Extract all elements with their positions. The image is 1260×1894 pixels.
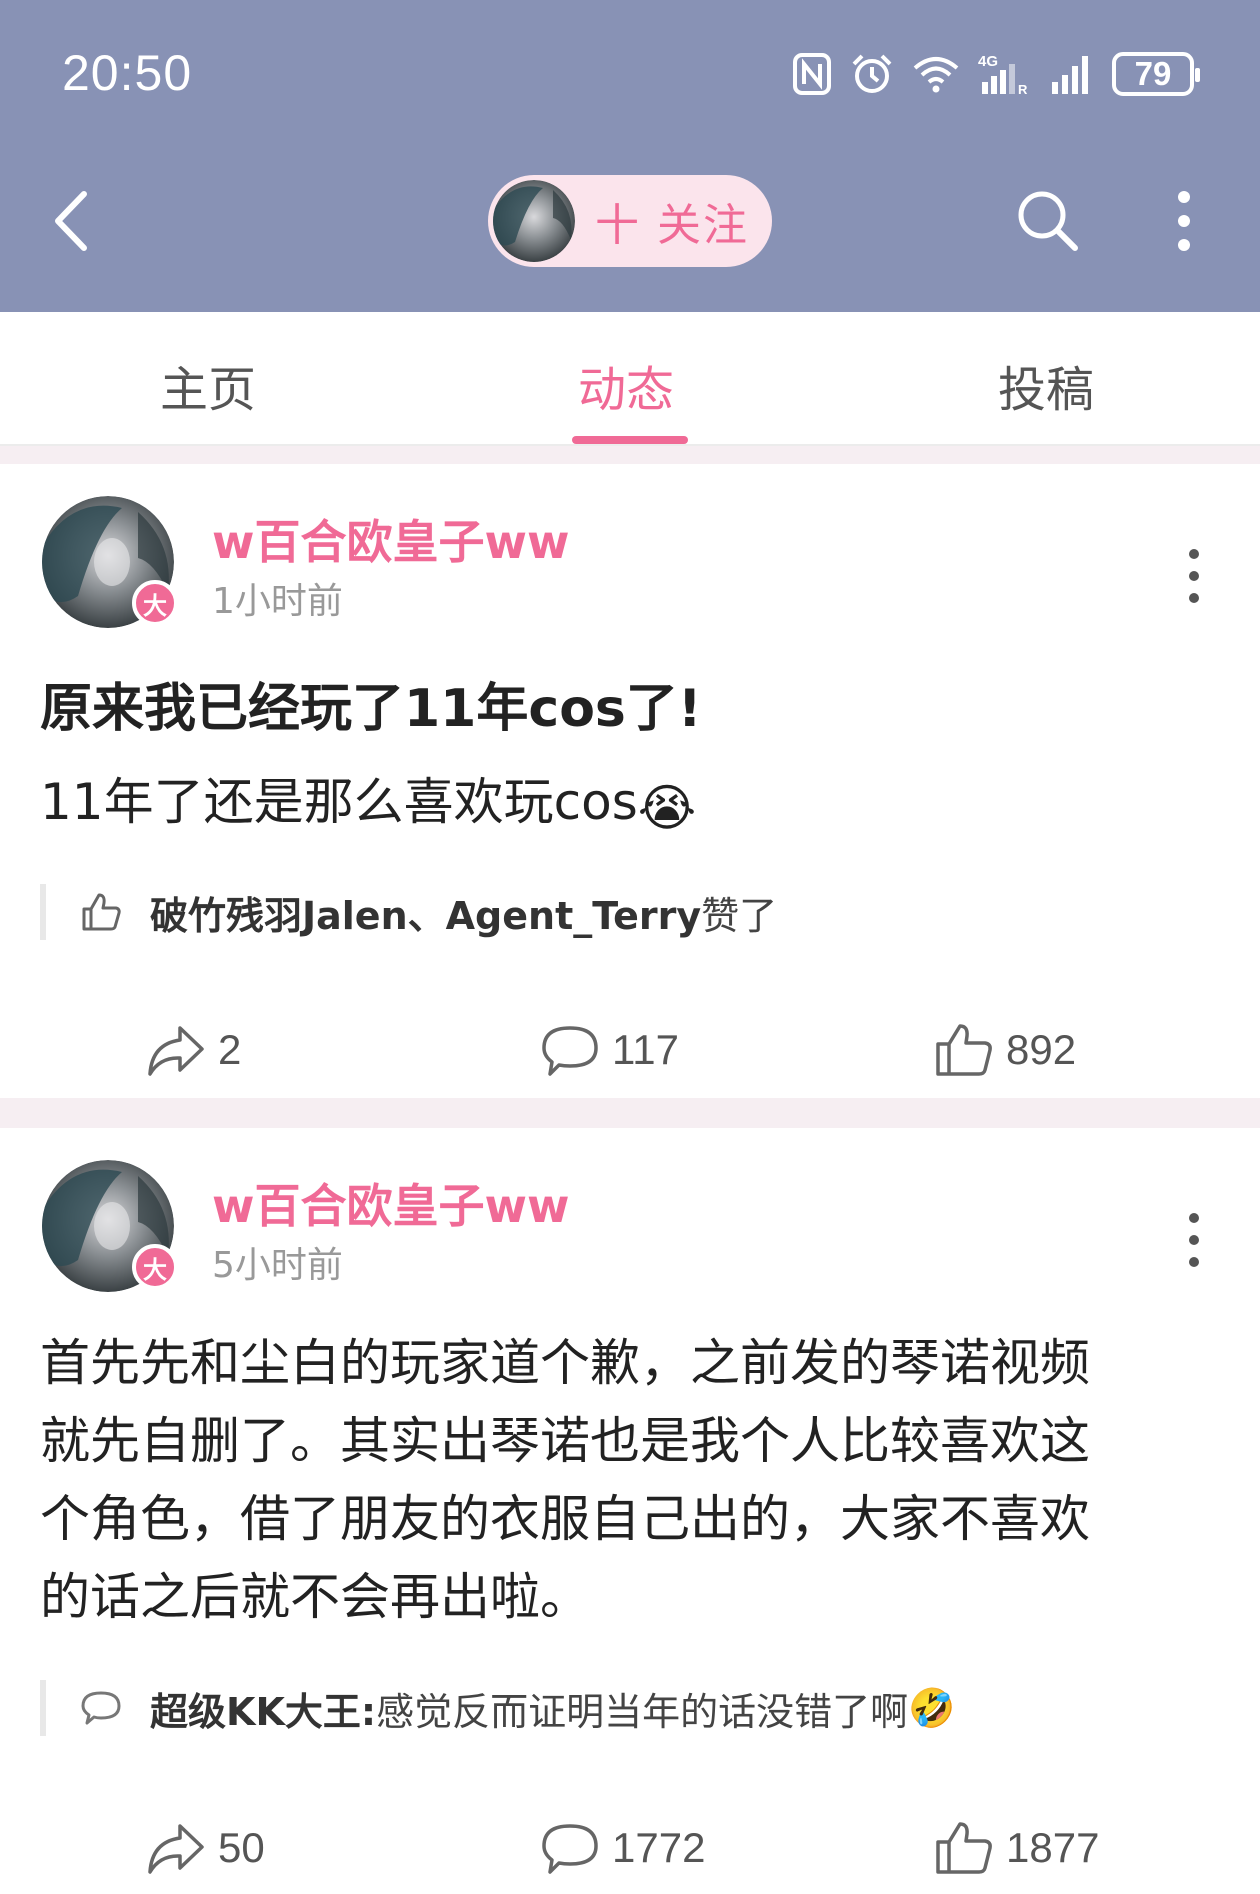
share-count: 50: [218, 1824, 265, 1871]
likes-summary[interactable]: 破竹残羽Jalen、Agent_Terry 赞了: [40, 884, 777, 940]
share-icon: [148, 1026, 204, 1076]
status-time: 20:50: [62, 45, 193, 101]
thumbs-up-icon: [82, 893, 121, 931]
tab-bar: 主页 动态 投稿: [0, 312, 1260, 446]
svg-text:R: R: [1018, 82, 1028, 96]
avatar: [493, 180, 575, 262]
wifi-icon: [913, 57, 959, 93]
post-body: 首先先和尘白的玩家道个歉，之前发的琴诺视频 就先自删了。其实出琴诺也是我个人比较…: [40, 1324, 1220, 1636]
share-button[interactable]: 2: [146, 1020, 241, 1080]
more-vertical-icon[interactable]: [1182, 1210, 1206, 1270]
tab-submissions[interactable]: 投稿: [998, 350, 1094, 420]
status-icons: 4G R 79: [792, 50, 1200, 98]
svg-text:4G: 4G: [978, 53, 998, 70]
more-vertical-icon[interactable]: [1182, 546, 1206, 606]
comment-author[interactable]: 超级KK大王:: [150, 1681, 376, 1736]
tab-dynamics[interactable]: 动态: [578, 350, 674, 420]
active-tab-indicator: [572, 436, 688, 444]
post-actions: 50 1772 1877: [0, 1818, 1260, 1878]
comment-icon: [81, 1691, 121, 1725]
thumbs-up-icon: [936, 1024, 992, 1076]
comment-count: 1772: [612, 1824, 706, 1871]
follow-button[interactable]: 十 关注: [488, 175, 772, 267]
post-actions: 2 117 892: [0, 1020, 1260, 1080]
top-comment[interactable]: 超级KK大王: 感觉反而证明当年的话没错了啊 🤣: [40, 1680, 955, 1736]
feed-post[interactable]: 大 w百合欧皇子ww 1小时前 原来我已经玩了11年cos了! 11年了还是那么…: [0, 464, 1260, 1098]
post-body-line: 的话之后就不会再出啦。: [40, 1568, 590, 1626]
comment-text: 感觉反而证明当年的话没错了啊: [376, 1689, 909, 1734]
share-icon: [148, 1824, 204, 1874]
thumbs-up-icon: [936, 1822, 992, 1874]
liked-users[interactable]: 破竹残羽Jalen、Agent_Terry: [150, 885, 701, 940]
liked-suffix: 赞了: [701, 893, 778, 938]
battery-indicator: 79: [1112, 52, 1200, 96]
4g-signal-icon: 4G R: [978, 53, 1028, 96]
back-arrow-icon[interactable]: [46, 186, 96, 256]
post-body-text: 11年了还是那么喜欢玩cos: [40, 773, 638, 831]
tab-home[interactable]: 主页: [160, 350, 256, 420]
share-button[interactable]: 50: [146, 1818, 265, 1878]
like-button[interactable]: 1877: [934, 1818, 1099, 1878]
author-avatar[interactable]: 大: [42, 496, 178, 628]
nfc-icon: [793, 53, 831, 95]
laughing-emoji: 🤣: [908, 1685, 956, 1730]
signal-icon: [1052, 56, 1088, 94]
post-body-line: 就先自删了。其实出琴诺也是我个人比较喜欢这: [40, 1412, 1090, 1470]
post-body: 11年了还是那么喜欢玩cos😭: [40, 762, 696, 837]
like-count: 1877: [1006, 1824, 1100, 1871]
author-avatar[interactable]: 大: [42, 1160, 178, 1292]
post-body-line: 首先先和尘白的玩家道个歉，之前发的琴诺视频: [40, 1334, 1090, 1392]
comment-button[interactable]: 117: [540, 1020, 679, 1080]
comment-count: 117: [612, 1026, 679, 1073]
more-vertical-icon[interactable]: [1172, 188, 1196, 254]
feed-post[interactable]: 大 w百合欧皇子ww 5小时前 首先先和尘白的玩家道个歉，之前发的琴诺视频 就先…: [0, 1128, 1260, 1894]
like-count: 892: [1006, 1026, 1077, 1073]
comment-button[interactable]: 1772: [540, 1818, 705, 1878]
share-count: 2: [218, 1026, 242, 1073]
author-name[interactable]: w百合欧皇子ww: [212, 1170, 570, 1236]
follow-label: 十 关注: [595, 200, 749, 251]
crying-emoji: 😭: [637, 779, 697, 837]
author-name[interactable]: w百合欧皇子ww: [212, 506, 570, 572]
level-badge: 大: [132, 580, 178, 626]
comment-icon: [542, 1026, 598, 1076]
alarm-icon: [852, 54, 892, 93]
level-badge: 大: [132, 1244, 178, 1290]
post-time: 1小时前: [212, 581, 343, 622]
post-time: 5小时前: [212, 1245, 343, 1286]
like-button[interactable]: 892: [934, 1020, 1076, 1080]
header-bar: 20:50 4G R 79 十 关注: [0, 0, 1260, 312]
section-divider: [0, 1098, 1260, 1128]
post-body-line: 个角色，借了朋友的衣服自己出的，大家不喜欢: [40, 1490, 1090, 1548]
post-title: 原来我已经玩了11年cos了!: [40, 679, 702, 739]
comment-icon: [542, 1824, 598, 1874]
search-icon[interactable]: [1013, 186, 1081, 254]
section-divider: [0, 446, 1260, 464]
